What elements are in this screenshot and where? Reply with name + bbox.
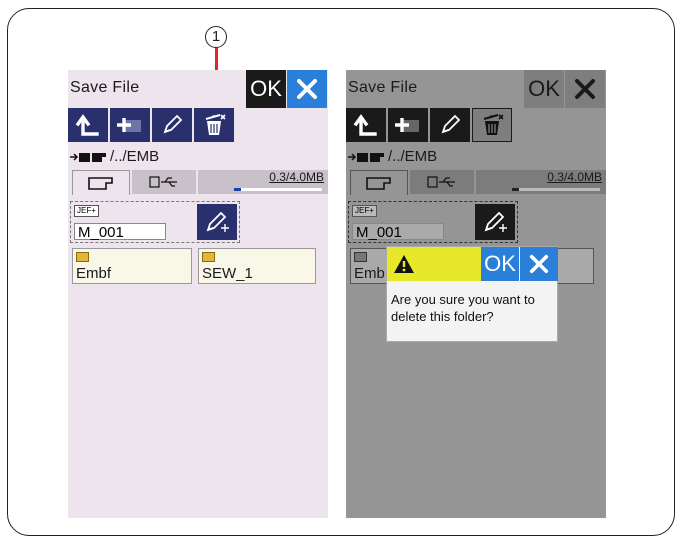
folder-name: Embf — [76, 265, 112, 282]
usb-icon — [149, 176, 177, 188]
close-icon — [529, 254, 549, 274]
delete-button-active — [472, 108, 512, 142]
delete-confirm-screen: Save File OK /../EMB 0.3/4.0MB JEF+ M_00… — [346, 70, 606, 518]
new-folder-icon — [117, 118, 141, 132]
memory-usage-fill — [234, 188, 241, 191]
storage-tabs: 0.3/4.0MB — [68, 170, 328, 196]
path-display: /../EMB — [70, 148, 159, 165]
memory-usage-text: 0.3/4.0MB — [269, 170, 324, 184]
warning-banner — [387, 247, 481, 281]
folder-icon — [202, 252, 215, 262]
edit-name-button[interactable] — [197, 204, 237, 240]
ok-button[interactable]: OK — [246, 70, 286, 108]
toolbar — [68, 108, 236, 142]
edit-name-button — [475, 204, 515, 240]
file-format-badge: JEF+ — [74, 205, 99, 217]
up-folder-button[interactable] — [68, 108, 108, 142]
file-format-badge: JEF+ — [352, 205, 377, 217]
dialog-message: Are you sure you want to delete this fol… — [391, 292, 535, 324]
pencil-icon — [441, 114, 461, 134]
screen-title: Save File — [70, 79, 140, 96]
screen-title: Save File — [348, 79, 418, 96]
file-name: M_001 — [352, 223, 444, 241]
machine-location-icon — [70, 152, 106, 162]
new-folder-icon — [395, 118, 419, 132]
delete-button[interactable] — [194, 108, 234, 142]
folder-icon — [354, 252, 367, 262]
folder-icon — [76, 252, 89, 262]
machine-icon — [88, 177, 113, 190]
machine-icon — [366, 177, 391, 190]
file-entry: JEF+ M_001 — [348, 201, 518, 243]
memory-usage-bar — [512, 188, 600, 191]
toolbar — [346, 108, 514, 142]
file-name: M_001 — [74, 223, 166, 241]
dialog-header: OK — [387, 247, 559, 281]
cancel-button[interactable] — [287, 70, 327, 108]
rename-button — [430, 108, 470, 142]
tab-machine-memory[interactable] — [72, 170, 130, 195]
memory-usage-area: 0.3/4.0MB — [476, 170, 606, 194]
trash-icon — [205, 114, 226, 135]
folder-name: Emb — [354, 265, 385, 282]
new-folder-button — [388, 108, 428, 142]
up-arrow-icon — [75, 114, 99, 136]
usb-icon — [427, 176, 455, 188]
folder-item[interactable]: SEW_1 — [198, 248, 316, 284]
folder-item[interactable]: Embf — [72, 248, 192, 284]
up-folder-button — [346, 108, 386, 142]
save-file-screen: Save File OK /../EMB 0.3/4.0MB JEF+ M_00… — [68, 70, 328, 518]
folder-name: SEW_1 — [202, 265, 253, 282]
machine-location-icon — [348, 152, 384, 162]
pencil-sparkle-icon — [484, 211, 507, 232]
path-text: /../EMB — [110, 148, 160, 165]
memory-usage-area: 0.3/4.0MB — [198, 170, 328, 194]
path-display: /../EMB — [348, 148, 437, 165]
ok-label: OK — [250, 76, 282, 101]
trash-icon — [483, 114, 504, 135]
callout-number: 1 — [205, 26, 227, 48]
cancel-button-disabled — [565, 70, 605, 108]
confirm-dialog: OK Are you sure you want to delete this … — [386, 246, 558, 342]
close-icon — [297, 79, 317, 99]
memory-usage-bar — [234, 188, 322, 191]
close-icon — [575, 79, 595, 99]
pencil-sparkle-icon — [206, 211, 229, 232]
ok-button-disabled: OK — [524, 70, 564, 108]
new-folder-button[interactable] — [110, 108, 150, 142]
dialog-cancel-button[interactable] — [520, 247, 558, 281]
ok-label: OK — [528, 76, 560, 101]
memory-usage-fill — [512, 188, 519, 191]
dialog-ok-button[interactable]: OK — [481, 247, 519, 281]
path-text: /../EMB — [388, 148, 438, 165]
file-entry[interactable]: JEF+ M_001 — [70, 201, 240, 243]
memory-usage-text: 0.3/4.0MB — [547, 170, 602, 184]
tab-usb[interactable] — [132, 170, 196, 194]
storage-tabs: 0.3/4.0MB — [346, 170, 606, 196]
dialog-ok-label: OK — [484, 251, 516, 276]
up-arrow-icon — [353, 114, 377, 136]
tab-usb — [410, 170, 474, 194]
warning-icon — [394, 255, 414, 273]
pencil-icon — [163, 114, 183, 134]
tab-machine-memory — [350, 170, 408, 195]
rename-button[interactable] — [152, 108, 192, 142]
